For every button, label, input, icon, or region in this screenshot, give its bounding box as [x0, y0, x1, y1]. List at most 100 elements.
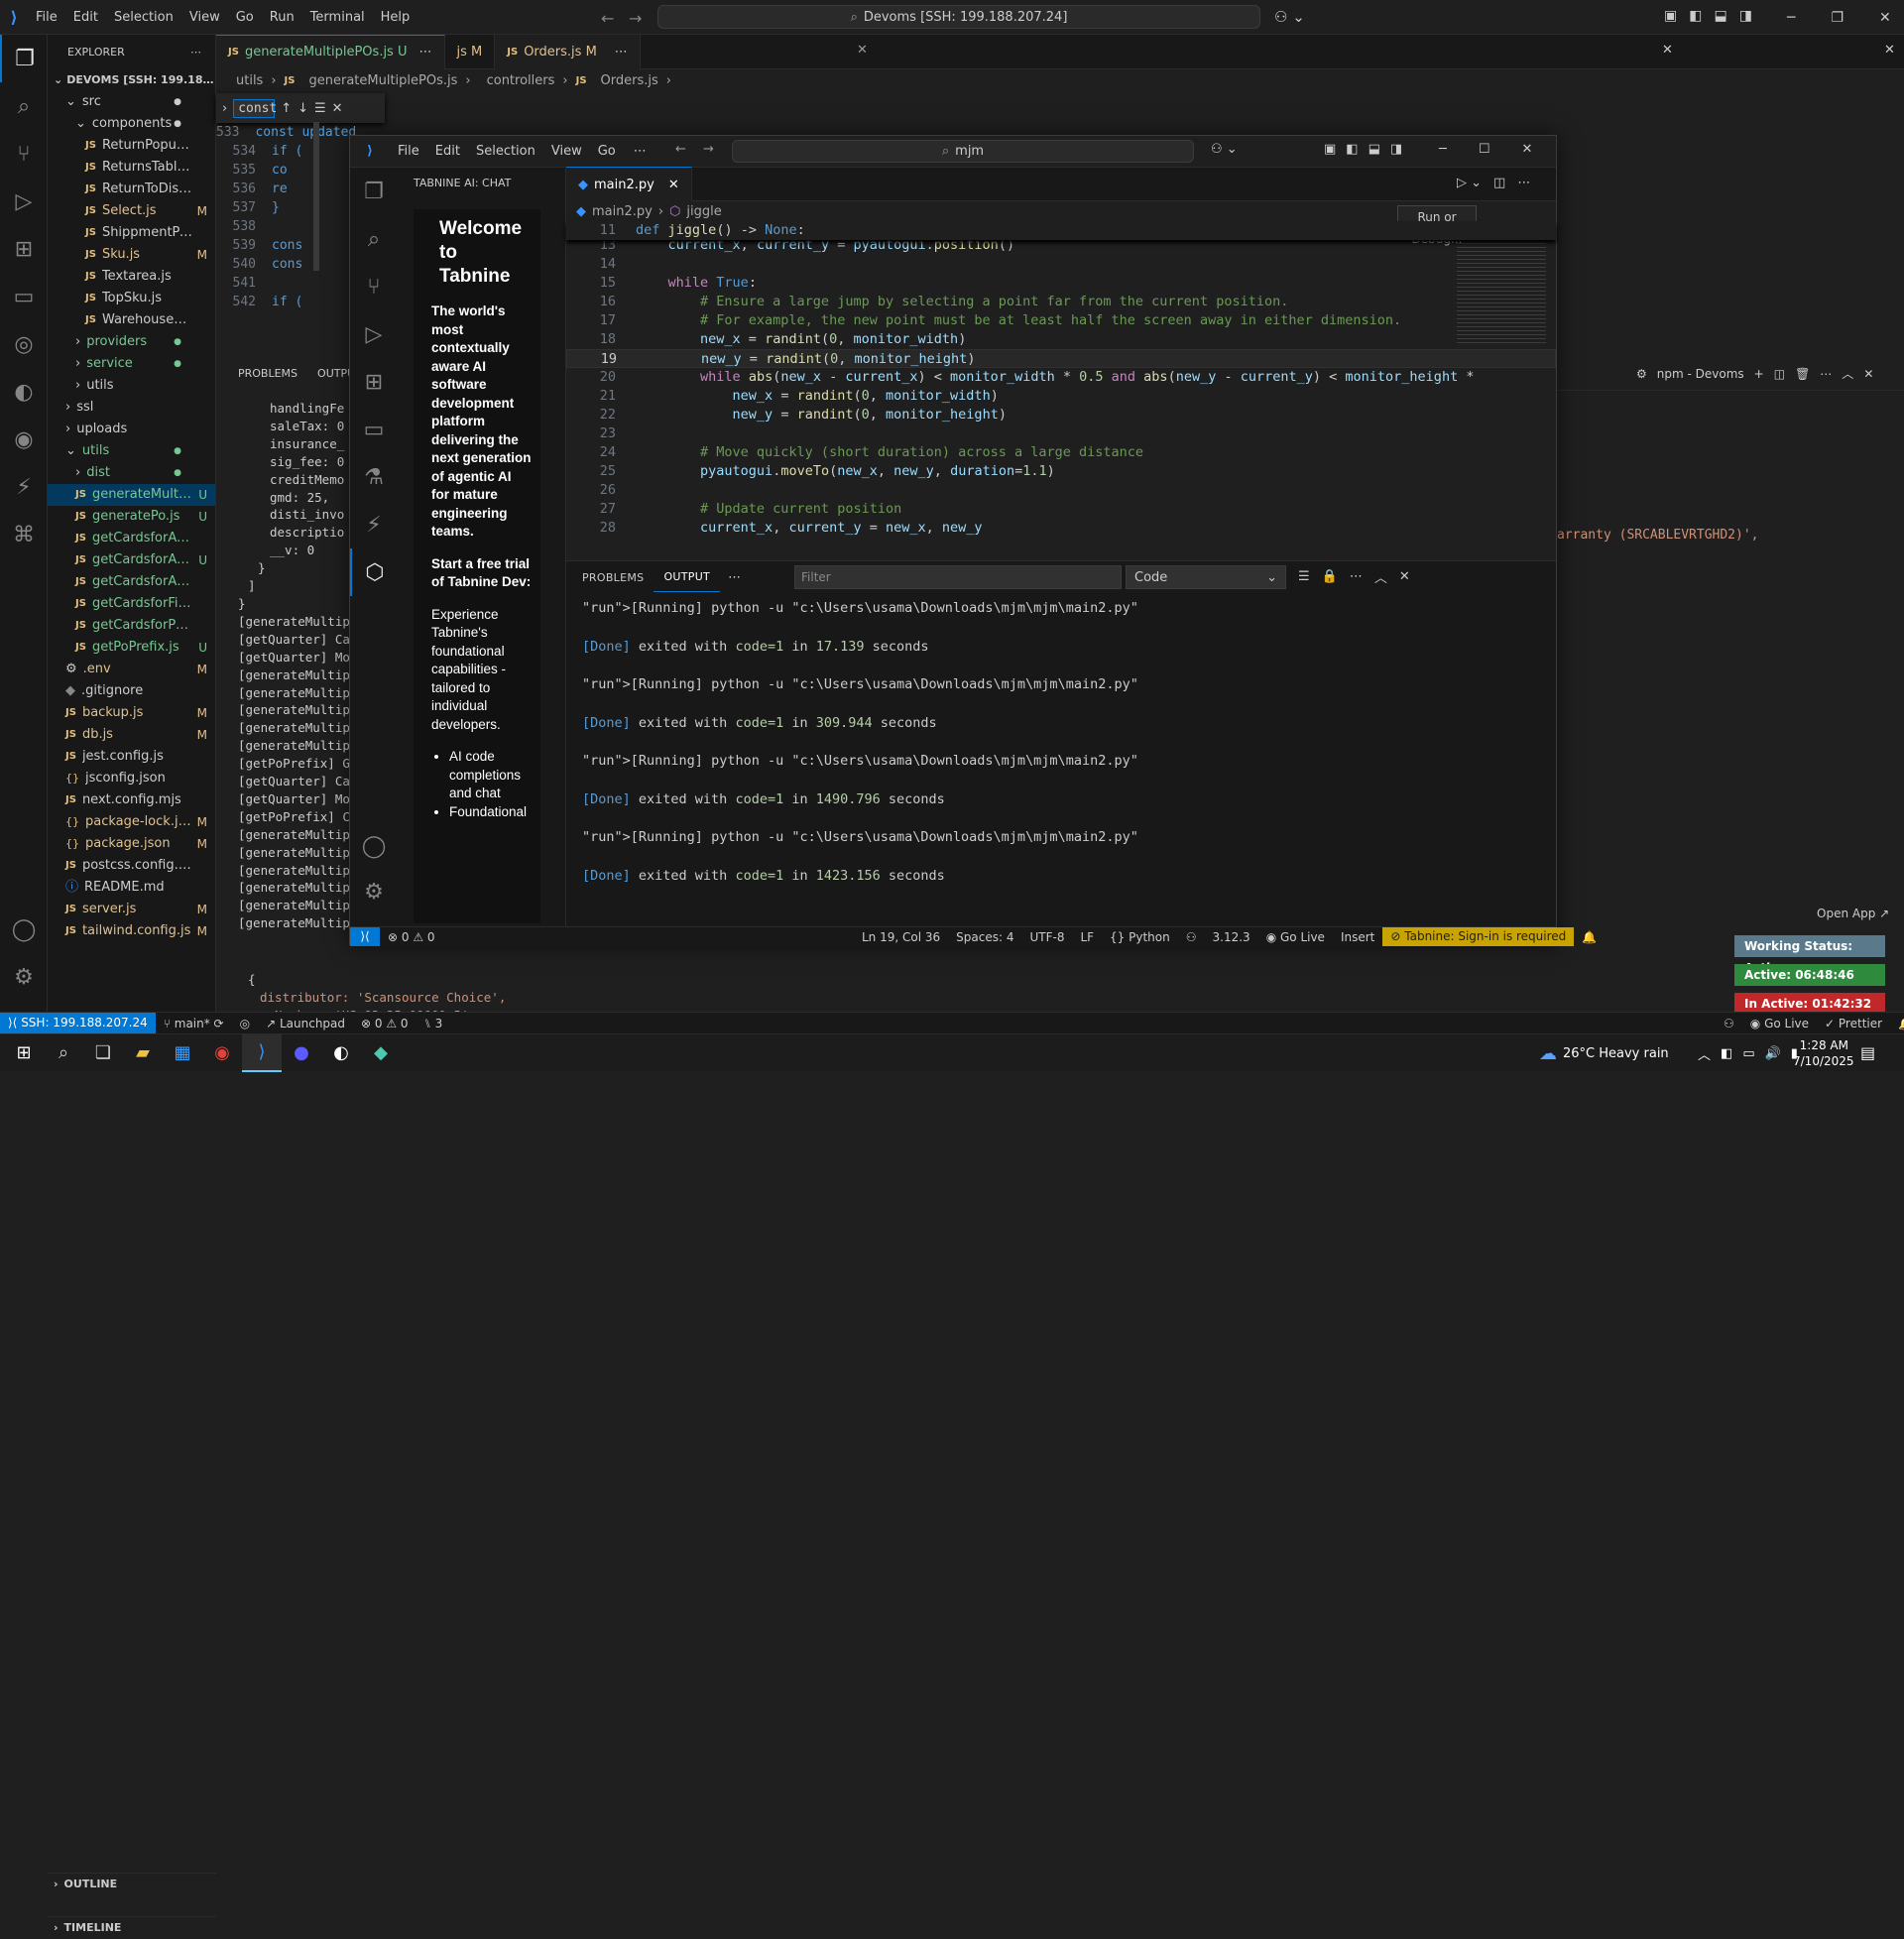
code-line[interactable]: 535 co — [216, 161, 345, 180]
weather-widget[interactable]: ☁ 26°C Heavy rain — [1539, 1034, 1669, 1072]
tree-item[interactable]: JSgetCardsforFinance.js — [48, 593, 215, 615]
clear-output-icon[interactable]: ☰ — [1298, 569, 1310, 584]
problems-indicator[interactable]: ⊗ 0 ⚠ 0 — [353, 1017, 416, 1030]
toggle-secondary-sidebar-icon[interactable]: ◨ — [1390, 142, 1402, 157]
code-line[interactable]: 25 pyautogui.moveTo(new_x, new_y, durati… — [566, 462, 1556, 481]
remote-indicator[interactable]: ⟩⟨ SSH: 199.188.207.24 — [0, 1013, 156, 1033]
code-line[interactable]: 24 # Move quickly (short duration) acros… — [566, 443, 1556, 462]
previous-match-icon[interactable]: ↑ — [281, 101, 292, 116]
testing-icon[interactable]: ⚗ — [350, 453, 398, 501]
indentation[interactable]: Spaces: 4 — [948, 930, 1021, 944]
go-live-button[interactable]: ◉ Go Live — [1258, 930, 1333, 944]
tab-output[interactable]: OUTPUT — [654, 563, 721, 592]
manage-gear-icon[interactable]: ⚙ — [350, 868, 398, 915]
tree-item[interactable]: ⚙ .env M — [48, 659, 215, 680]
thunder-client-icon[interactable]: ⚡ — [350, 501, 398, 548]
notifications-icon[interactable]: 🔔 — [1574, 930, 1605, 944]
menu-item-help[interactable]: Help — [373, 0, 418, 35]
forward-arrow-icon[interactable]: → — [629, 9, 642, 28]
code-line[interactable]: 22 new_y = randint(0, monitor_height) — [566, 406, 1556, 424]
docker-icon[interactable]: ◉ — [0, 416, 48, 463]
minimize-button[interactable]: ─ — [1439, 142, 1447, 157]
app-tray-icon[interactable]: ◧ — [1721, 1046, 1732, 1061]
encoding[interactable]: UTF-8 — [1021, 930, 1072, 944]
copilot-icon[interactable]: ⚇ — [1716, 1017, 1742, 1030]
menu-item-terminal[interactable]: Terminal — [302, 0, 373, 35]
close-tab-icon[interactable]: ✕ — [668, 178, 679, 192]
more-icon[interactable]: ⋯ — [1350, 569, 1363, 584]
code-line[interactable]: 26 — [566, 481, 1556, 500]
problems-indicator[interactable]: ⊗ 0 ⚠ 0 — [380, 930, 443, 944]
tree-item[interactable]: › ssl — [48, 397, 215, 419]
tree-item[interactable]: ⓘ README.md — [48, 877, 215, 899]
search-icon[interactable]: ⌕ — [44, 1034, 83, 1072]
explorer-icon[interactable]: ❐ — [0, 35, 48, 82]
code-line[interactable]: 540 cons — [216, 255, 345, 274]
source-control-icon[interactable]: ⑂ — [0, 130, 48, 178]
code-line[interactable]: 15 while True: — [566, 274, 1556, 293]
close-panel-icon[interactable]: ✕ — [1863, 367, 1873, 381]
restore-button[interactable]: ❐ — [1831, 10, 1844, 26]
toggle-secondary-sidebar-icon[interactable]: ◨ — [1739, 8, 1752, 24]
close-find-icon[interactable]: ✕ — [332, 101, 343, 116]
tree-item[interactable]: JS server.js M — [48, 899, 215, 920]
tab-orders[interactable]: JS Orders.js M ⋯ — [495, 34, 641, 69]
code-line[interactable]: 541 — [216, 274, 345, 293]
code-line[interactable]: 23 — [566, 424, 1556, 443]
new-terminal-icon[interactable]: + — [1754, 367, 1764, 381]
front-code-lines[interactable]: 13 current_x, current_y = pyautogui.posi… — [566, 236, 1556, 538]
toggle-sidebar-icon[interactable]: ◧ — [1346, 142, 1358, 157]
code-line[interactable]: 533 const updated — [216, 123, 356, 142]
back-arrow-icon[interactable]: ← — [601, 9, 614, 28]
copilot-chat-icon[interactable]: ◐ — [0, 368, 48, 416]
python-env-icon[interactable]: ⚇ — [1178, 930, 1205, 944]
outline-section[interactable]: › OUTLINE — [48, 1873, 216, 1894]
manage-gear-icon[interactable]: ⚙ — [0, 953, 48, 1001]
branch-indicator[interactable]: ⑂ main* ⟳ — [156, 1017, 232, 1030]
tree-item[interactable]: JSWarehouseReturn.js — [48, 309, 215, 331]
python-version[interactable]: 3.12.3 — [1205, 930, 1258, 944]
tree-item[interactable]: JSShippmentPending... — [48, 222, 215, 244]
search-icon[interactable]: ⌕ — [0, 82, 48, 130]
tree-item[interactable]: JS jest.config.js — [48, 746, 215, 768]
back-arrow-icon[interactable]: ← — [675, 142, 686, 157]
menu-item-selection[interactable]: Selection — [468, 134, 543, 169]
tree-item[interactable]: JS next.config.mjs — [48, 789, 215, 811]
show-hidden-icons[interactable]: ︿ — [1698, 1044, 1711, 1063]
network-icon[interactable]: ▭ — [1742, 1046, 1754, 1061]
tree-item[interactable]: JS getPoPrefix.js U — [48, 637, 215, 659]
menu-item-run[interactable]: Run — [262, 0, 302, 35]
chrome-icon[interactable]: ◉ — [202, 1034, 242, 1072]
volume-icon[interactable]: 🔊 — [1765, 1046, 1781, 1061]
code-line[interactable]: 14 — [566, 255, 1556, 274]
tree-item[interactable]: ⌄ utils ● — [48, 440, 215, 462]
close-panel-icon[interactable]: ✕ — [1884, 43, 1895, 58]
more-icon[interactable]: ⋯ — [1820, 367, 1832, 381]
tab-js[interactable]: js M — [445, 34, 496, 69]
tree-item[interactable]: JS backup.js M — [48, 702, 215, 724]
sticky-scroll-line[interactable]: 11 def jiggle() -> None: — [566, 221, 1556, 240]
tree-item[interactable]: JSgetCardsforPurchasi... — [48, 615, 215, 637]
lock-scroll-icon[interactable]: 🔒 — [1322, 569, 1338, 584]
customize-layout-icon[interactable]: ▣ — [1664, 8, 1677, 24]
tree-item[interactable]: JS Textarea.js — [48, 266, 215, 288]
tree-item[interactable]: › providers ● — [48, 331, 215, 353]
insert-mode[interactable]: Insert — [1333, 930, 1382, 944]
code-line[interactable]: 28 current_x, current_y = new_x, new_y — [566, 519, 1556, 538]
tree-item[interactable]: JS generateMulti... U — [48, 484, 215, 506]
tree-item[interactable]: JS postcss.config.mjs — [48, 855, 215, 877]
close-editor-icon[interactable]: ✕ — [1662, 43, 1673, 58]
menu-item-file[interactable]: File — [28, 0, 65, 35]
tabnine-status[interactable]: ⊘ Tabnine: Sign-in is required — [1382, 927, 1575, 946]
chevron-right-icon[interactable]: › — [222, 101, 227, 116]
find-in-selection-icon[interactable]: ☰ — [314, 101, 326, 116]
toggle-panel-icon[interactable]: ⬓ — [1368, 142, 1380, 157]
workspace-root[interactable]: ⌄ DEVOMS [SSH: 199.188.20... — [48, 69, 215, 91]
tree-item[interactable]: {} package.json M — [48, 833, 215, 855]
app-icon[interactable]: ◐ — [321, 1034, 361, 1072]
search-icon[interactable]: ⌕ — [350, 215, 398, 263]
accounts-icon[interactable]: ◯ — [0, 906, 48, 953]
command-center-search[interactable]: ⌕ mjm — [732, 140, 1194, 163]
output-channel-select[interactable]: Code ⌄ — [1126, 565, 1286, 589]
copilot-icon[interactable]: ⚇ ⌄ — [1274, 8, 1305, 26]
